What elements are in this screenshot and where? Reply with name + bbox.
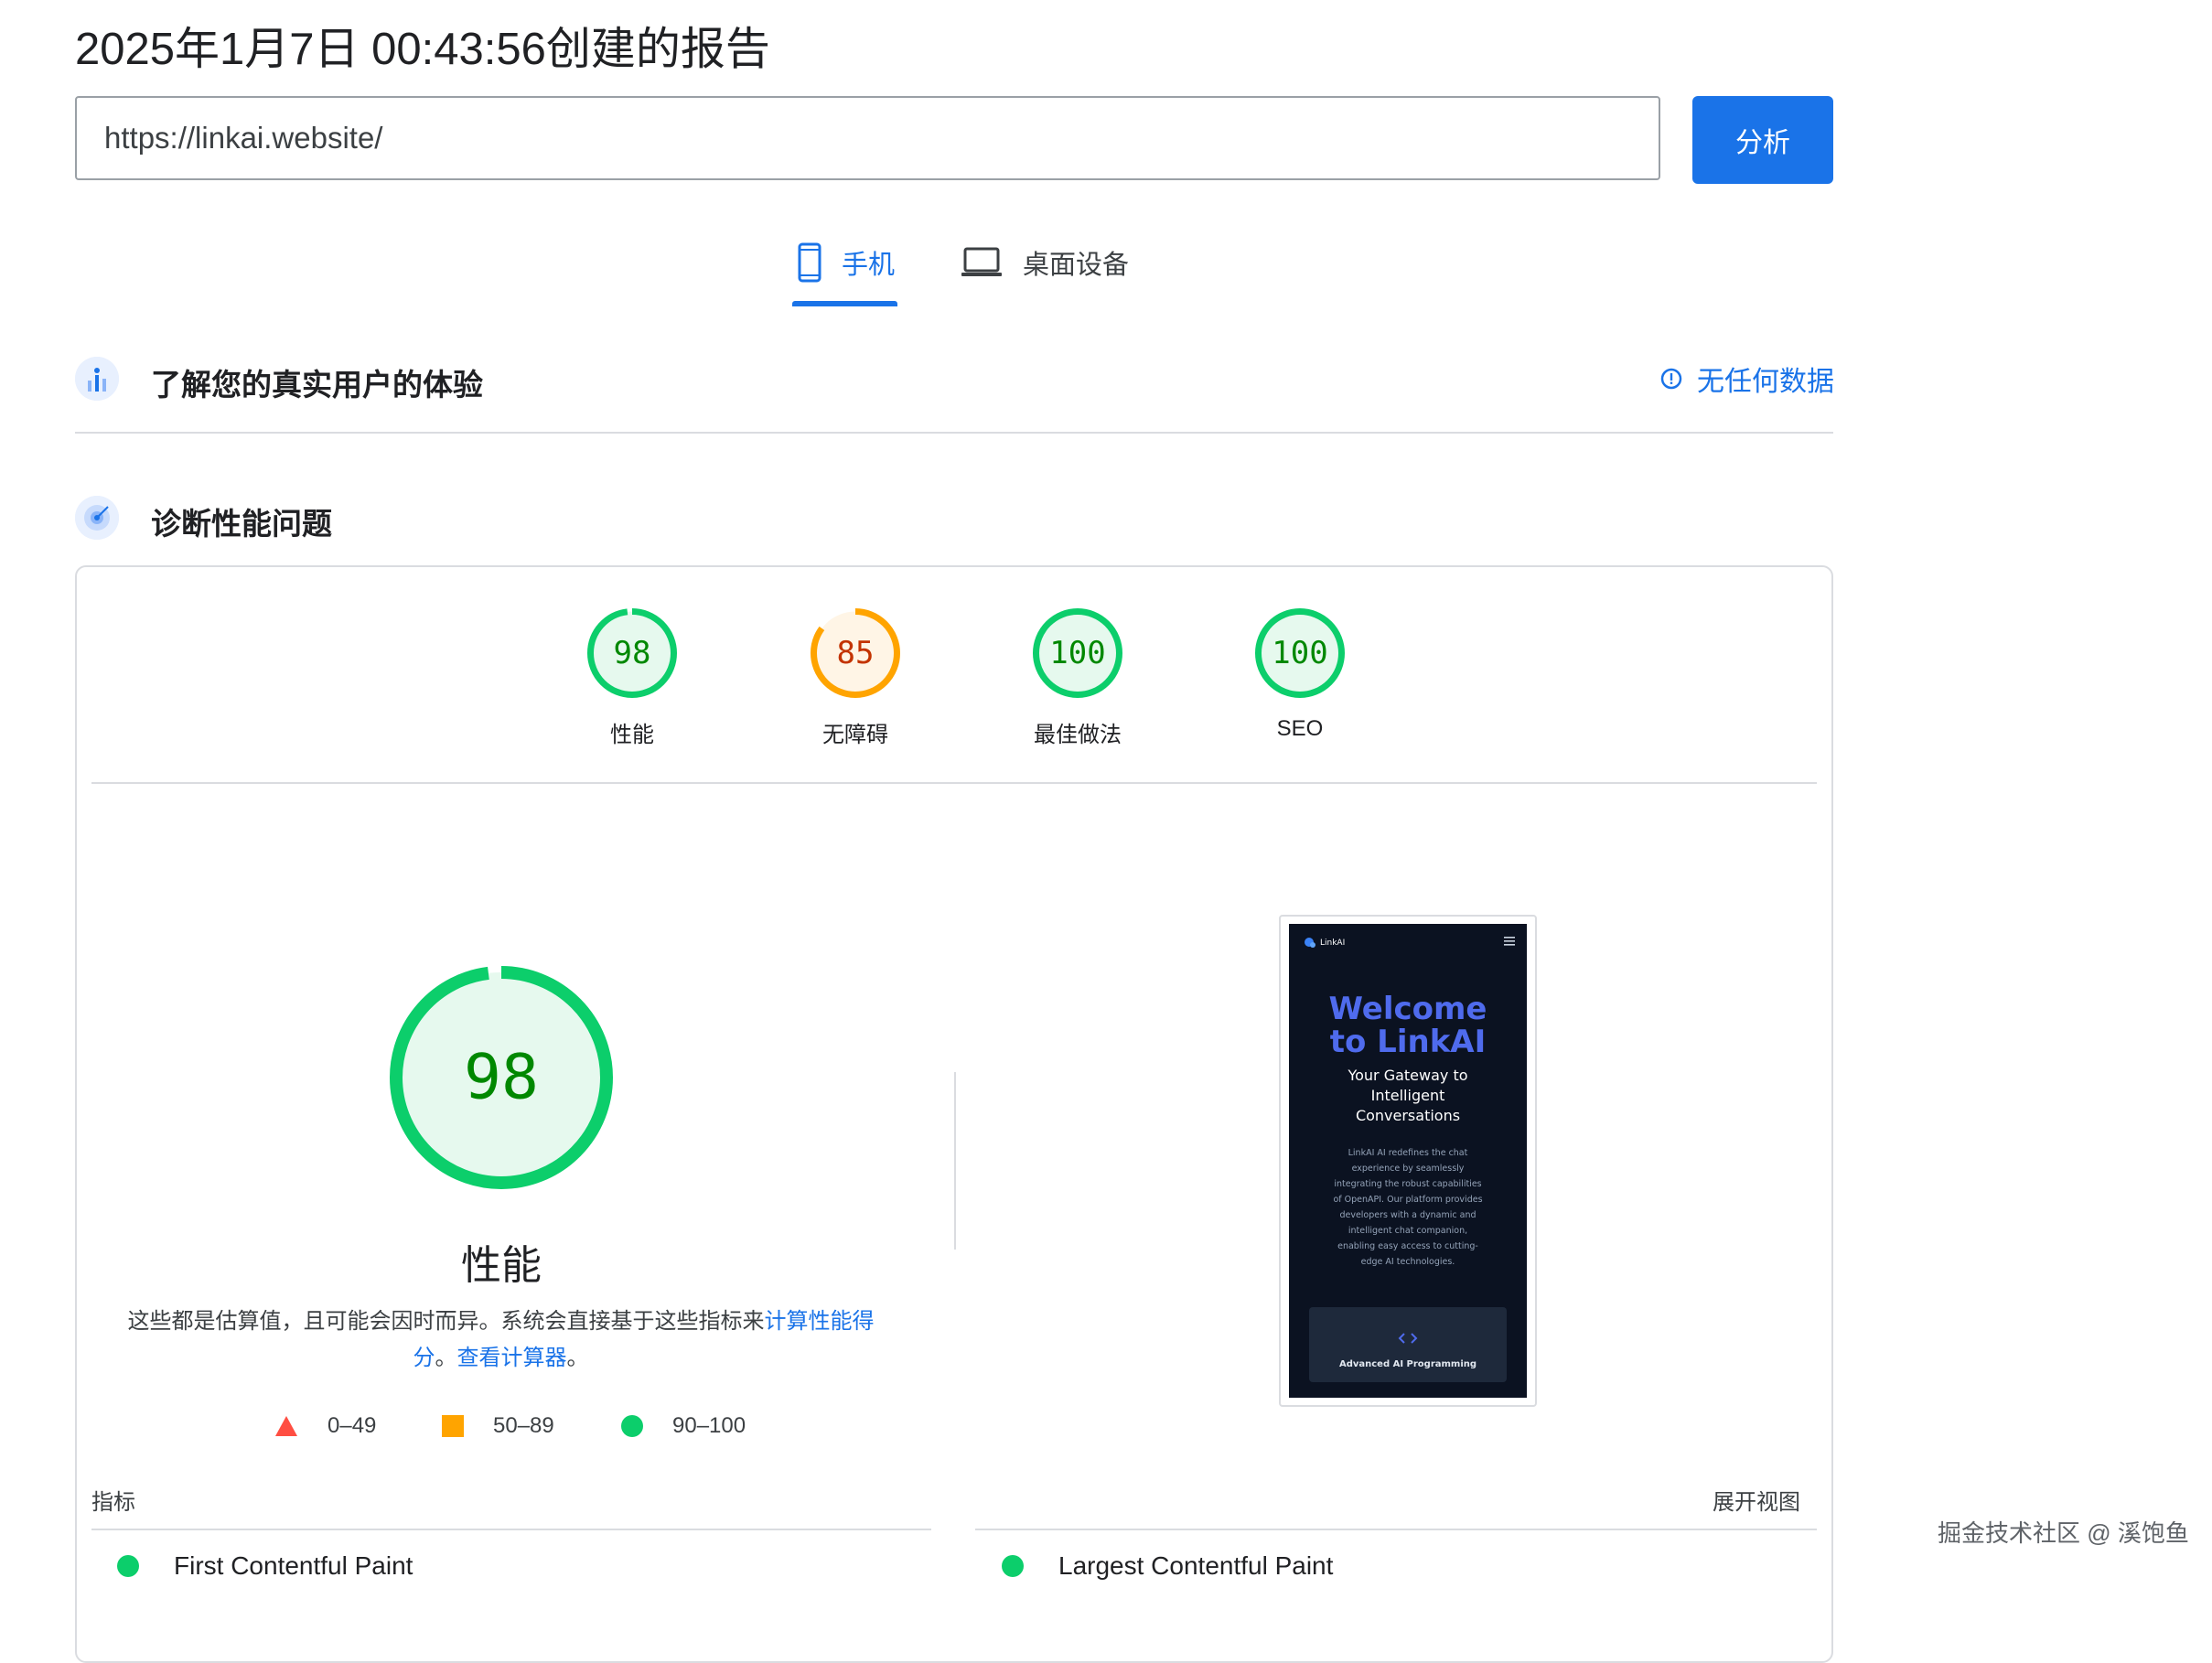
tab-mobile-label: 手机: [842, 251, 896, 280]
no-data-label: 无任何数据: [1697, 367, 1834, 397]
tab-desktop[interactable]: 桌面设备: [961, 240, 1129, 285]
body-line: developers with a dynamic and: [1339, 1210, 1476, 1220]
score-label: 性能: [610, 723, 654, 747]
legend-range: 90–100: [672, 1413, 746, 1438]
score-gauge-seo[interactable]: 100 SEO: [1227, 607, 1373, 742]
score-value: 100: [1272, 635, 1327, 671]
body-line: enabling easy access to cutting-: [1337, 1241, 1478, 1251]
users-chart-icon: [75, 357, 119, 401]
score-value: 98: [614, 635, 651, 671]
info-icon: [1660, 368, 1682, 390]
metric-name: First Contentful Paint: [174, 1551, 413, 1580]
score-value: 85: [837, 635, 875, 671]
section-divider: [75, 432, 1833, 434]
score-label: 无障碍: [822, 723, 888, 747]
performance-title: 性能: [461, 1243, 542, 1288]
legend-range: 0–49: [328, 1413, 377, 1438]
triangle-icon: [275, 1416, 297, 1436]
metrics-divider: [975, 1529, 1817, 1530]
vertical-divider: [954, 1072, 956, 1250]
body-line: of OpenAPI. Our platform provides: [1333, 1195, 1482, 1205]
score-label: SEO: [1276, 716, 1324, 741]
brand-name: LinkAI: [1320, 939, 1345, 948]
expand-view-toggle[interactable]: 展开视图: [1713, 1484, 1800, 1516]
page-screenshot: LinkAI Welcome to LinkAI Your Gateway to…: [1289, 924, 1527, 1398]
circle-icon: [621, 1415, 643, 1437]
no-data-link[interactable]: 无任何数据: [1660, 359, 1834, 399]
diagnose-section-title: 诊断性能问题: [151, 507, 332, 541]
performance-score-gauge: 98: [390, 966, 613, 1189]
url-input[interactable]: [75, 96, 1660, 180]
feature-card: [1309, 1307, 1507, 1382]
description-text: 这些都是估算值，且可能会因时而异。系统会直接基于这些指标来: [127, 1309, 765, 1334]
headline-line-2: to LinkAI: [1330, 1024, 1487, 1060]
legend-range: 50–89: [493, 1413, 554, 1438]
score-gauge-best-practices[interactable]: 100 最佳做法: [1004, 607, 1151, 748]
score-gauge-accessibility[interactable]: 85 无障碍: [782, 607, 929, 748]
body-line: experience by seamlessly: [1352, 1164, 1465, 1174]
legend-average: 50–89: [442, 1413, 554, 1439]
laptop-icon: [961, 247, 1002, 276]
watermark: 掘金技术社区 @ 溪饱鱼: [1938, 1519, 2189, 1547]
score-label: 最佳做法: [1034, 723, 1122, 747]
score-ring: 100: [1033, 608, 1122, 698]
legend-fail: 0–49: [274, 1413, 376, 1439]
card-divider: [91, 782, 1817, 784]
subheadline-line: Your Gateway to: [1347, 1067, 1467, 1084]
menu-icon: [1504, 937, 1515, 946]
body-line: LinkAI AI redefines the chat: [1348, 1148, 1468, 1158]
smartphone-icon: [798, 242, 821, 283]
metrics-divider: [91, 1529, 931, 1530]
body-line: edge AI technologies.: [1361, 1257, 1455, 1267]
metric-lcp: Largest Contentful Paint: [1002, 1551, 1333, 1581]
score-value: 98: [464, 1042, 539, 1114]
subheadline-line: Conversations: [1356, 1107, 1460, 1124]
square-icon: [442, 1415, 464, 1437]
body-line: intelligent chat companion,: [1348, 1226, 1467, 1236]
metrics-label: 指标: [91, 1490, 135, 1515]
subheadline-line: Intelligent: [1371, 1087, 1445, 1104]
tab-desktop-label: 桌面设备: [1023, 251, 1130, 280]
active-tab-indicator: [792, 301, 897, 306]
description-text: 。: [566, 1346, 589, 1370]
crux-section-title: 了解您的真实用户的体验: [151, 368, 483, 402]
calculator-link[interactable]: 查看计算器: [457, 1346, 567, 1370]
metric-name: Largest Contentful Paint: [1058, 1551, 1334, 1580]
pass-circle-icon: [1002, 1555, 1024, 1577]
score-ring: 85: [811, 608, 900, 698]
score-value: 100: [1049, 635, 1105, 671]
score-ring: 98: [587, 608, 677, 698]
diagnose-icon: [75, 496, 119, 540]
body-line: integrating the robust capabilities: [1334, 1179, 1481, 1189]
description-text: 。: [435, 1346, 457, 1370]
headline-line-1: Welcome: [1328, 991, 1487, 1027]
feature-card-label: Advanced AI Programming: [1339, 1359, 1476, 1369]
performance-description: 这些都是估算值，且可能会因时而异。系统会直接基于这些指标来计算性能得分。查看计算…: [119, 1304, 883, 1377]
metric-fcp: First Contentful Paint: [117, 1551, 413, 1581]
score-gauge-performance[interactable]: 98 性能: [559, 607, 705, 748]
analyze-button[interactable]: 分析: [1692, 96, 1833, 184]
tab-mobile[interactable]: 手机: [798, 240, 895, 285]
report-title: 2025年1月7日 00:43:56创建的报告: [75, 25, 770, 74]
score-ring: 100: [1255, 608, 1345, 698]
legend-pass: 90–100: [621, 1413, 746, 1439]
pass-circle-icon: [117, 1555, 139, 1577]
